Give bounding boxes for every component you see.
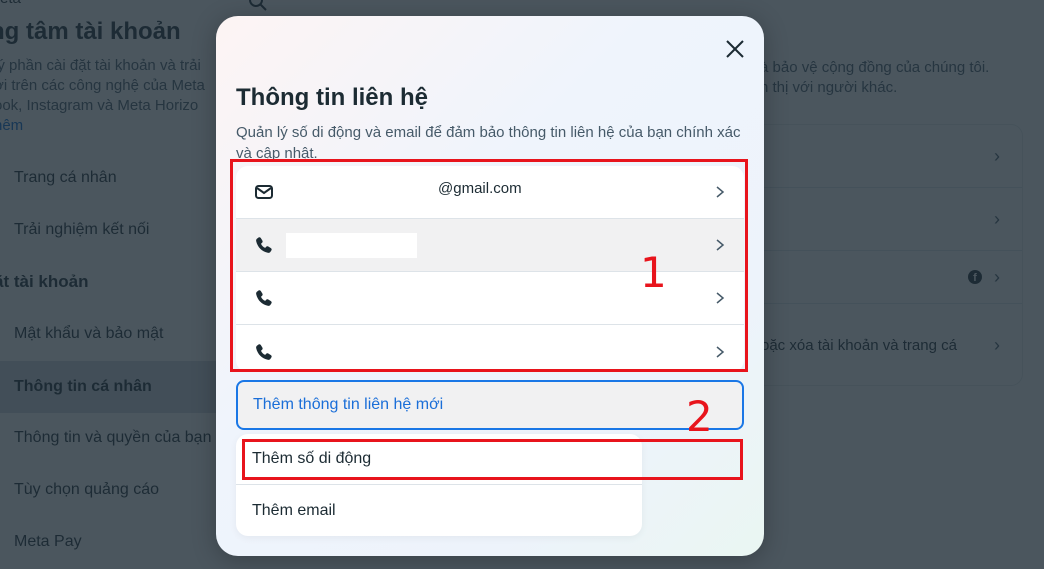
dialog-title: Thông tin liên hệ [236,84,428,111]
redacted-phone-number [286,233,417,258]
add-new-contact-button[interactable]: Thêm thông tin liên hệ mới [236,380,744,430]
phone-icon [256,343,272,360]
add-email-option[interactable]: Thêm email [236,485,642,536]
add-mobile-number-option[interactable]: Thêm số di động [236,434,642,485]
add-contact-dropdown: Thêm số di động Thêm email [236,434,642,536]
contact-row-phone[interactable] [236,219,744,272]
chevron-right-icon [716,239,725,251]
chevron-right-icon [716,345,725,358]
contact-list: @gmail.com [236,166,744,372]
phone-icon [256,290,272,306]
close-button[interactable] [722,36,748,62]
chevron-right-icon [716,292,725,304]
close-icon [726,40,744,58]
contact-row-phone[interactable] [236,272,744,325]
phone-icon [256,237,272,253]
contact-value: @gmail.com [438,180,522,197]
contact-row-email[interactable]: @gmail.com [236,166,744,219]
chevron-right-icon [716,186,725,198]
contact-row-phone[interactable] [236,325,744,372]
mail-icon [255,185,273,199]
dialog-description: Quản lý số di động và email để đảm bảo t… [236,124,741,162]
contact-info-dialog: Thông tin liên hệ Quản lý số di động và … [216,16,764,556]
